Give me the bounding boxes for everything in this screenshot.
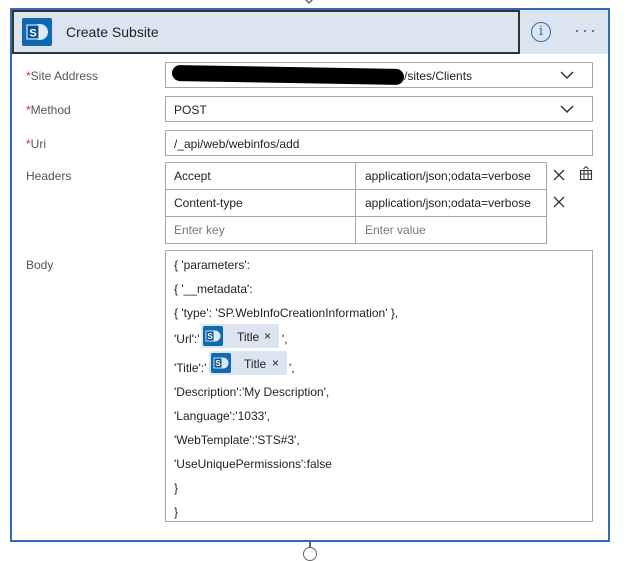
- sharepoint-icon: S: [211, 353, 231, 373]
- method-label-text: Method: [30, 103, 71, 117]
- body-line: 'Title':': [174, 361, 207, 375]
- uri-label: *Uri: [26, 137, 46, 151]
- body-line-suffix: ',: [289, 361, 295, 375]
- delete-row-icon[interactable]: [553, 196, 565, 208]
- body-line: { 'parameters':: [174, 258, 250, 272]
- svg-text:S: S: [29, 28, 36, 40]
- card-title: Create Subsite: [66, 24, 159, 40]
- token-label: Title: [237, 330, 260, 344]
- body-line: }: [174, 505, 179, 519]
- body-line: { 'type': 'SP.WebInfoCreationInformation…: [174, 306, 399, 320]
- sharepoint-icon: S: [203, 326, 223, 346]
- switch-to-text-mode-icon[interactable]: [578, 166, 594, 182]
- delete-row-icon[interactable]: [553, 169, 565, 181]
- remove-token-icon[interactable]: ×: [264, 329, 271, 343]
- body-line: 'Description':'My Description',: [174, 385, 330, 399]
- uri-label-text: Uri: [30, 137, 46, 151]
- header-value-text: application/json;odata=verbose: [365, 169, 531, 183]
- method-dropdown[interactable]: [165, 96, 593, 122]
- svg-text:S: S: [215, 359, 221, 368]
- body-line: { '__metadata':: [174, 282, 253, 296]
- sharepoint-icon: S: [22, 18, 52, 46]
- site-address-value: /sites/Clients: [404, 69, 473, 83]
- incoming-arrow-icon: [304, 0, 314, 5]
- chevron-down-icon[interactable]: [560, 70, 574, 80]
- add-step-icon[interactable]: [303, 547, 317, 561]
- body-line-suffix: ',: [282, 332, 288, 346]
- method-label: *Method: [26, 103, 71, 117]
- body-line: 'Url':': [174, 332, 200, 346]
- header-value-text: application/json;odata=verbose: [365, 196, 531, 210]
- headers-label: Headers: [26, 169, 72, 183]
- token-label: Title: [244, 357, 267, 371]
- body-line: 'Language':'1033',: [174, 409, 270, 423]
- info-icon[interactable]: i: [531, 22, 551, 42]
- uri-value: /_api/web/webinfos/add: [174, 137, 300, 151]
- svg-text:S: S: [207, 332, 213, 341]
- header-key-text: Content-type: [174, 196, 243, 210]
- body-line: 'WebTemplate':'STS#3',: [174, 433, 300, 447]
- key-placeholder: Enter key: [174, 223, 225, 237]
- chevron-down-icon[interactable]: [560, 104, 574, 114]
- body-label: Body: [26, 258, 54, 272]
- remove-token-icon[interactable]: ×: [272, 356, 279, 370]
- body-line: }: [174, 481, 179, 495]
- body-line: 'UseUniquePermissions':false: [174, 457, 332, 471]
- site-address-label: *Site Address: [26, 69, 98, 83]
- more-options-icon[interactable]: ···: [574, 20, 598, 41]
- site-address-label-text: Site Address: [30, 69, 99, 83]
- method-value: POST: [174, 103, 207, 117]
- value-placeholder: Enter value: [365, 223, 426, 237]
- header-key-text: Accept: [174, 169, 211, 183]
